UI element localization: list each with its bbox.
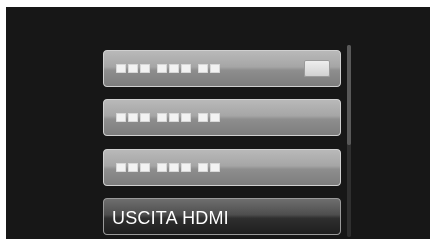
menu-item-2[interactable] (103, 99, 341, 136)
menu-item-uscita-hdmi[interactable]: USCITA HDMI (103, 198, 341, 235)
menu-item-1-placeholder-text (116, 64, 220, 73)
menu-scrollbar-thumb[interactable] (347, 45, 351, 145)
menu-item-uscita-hdmi-label: USCITA HDMI (112, 208, 229, 228)
menu-scrollbar[interactable] (347, 45, 351, 237)
menu-item-1-value-chip (304, 60, 330, 77)
menu-item-1[interactable] (103, 50, 341, 87)
menu-item-3[interactable] (103, 149, 341, 186)
menu-screen: USCITA HDMI (6, 7, 430, 239)
menu-item-2-placeholder-text (116, 113, 220, 122)
menu-item-3-placeholder-text (116, 163, 220, 172)
